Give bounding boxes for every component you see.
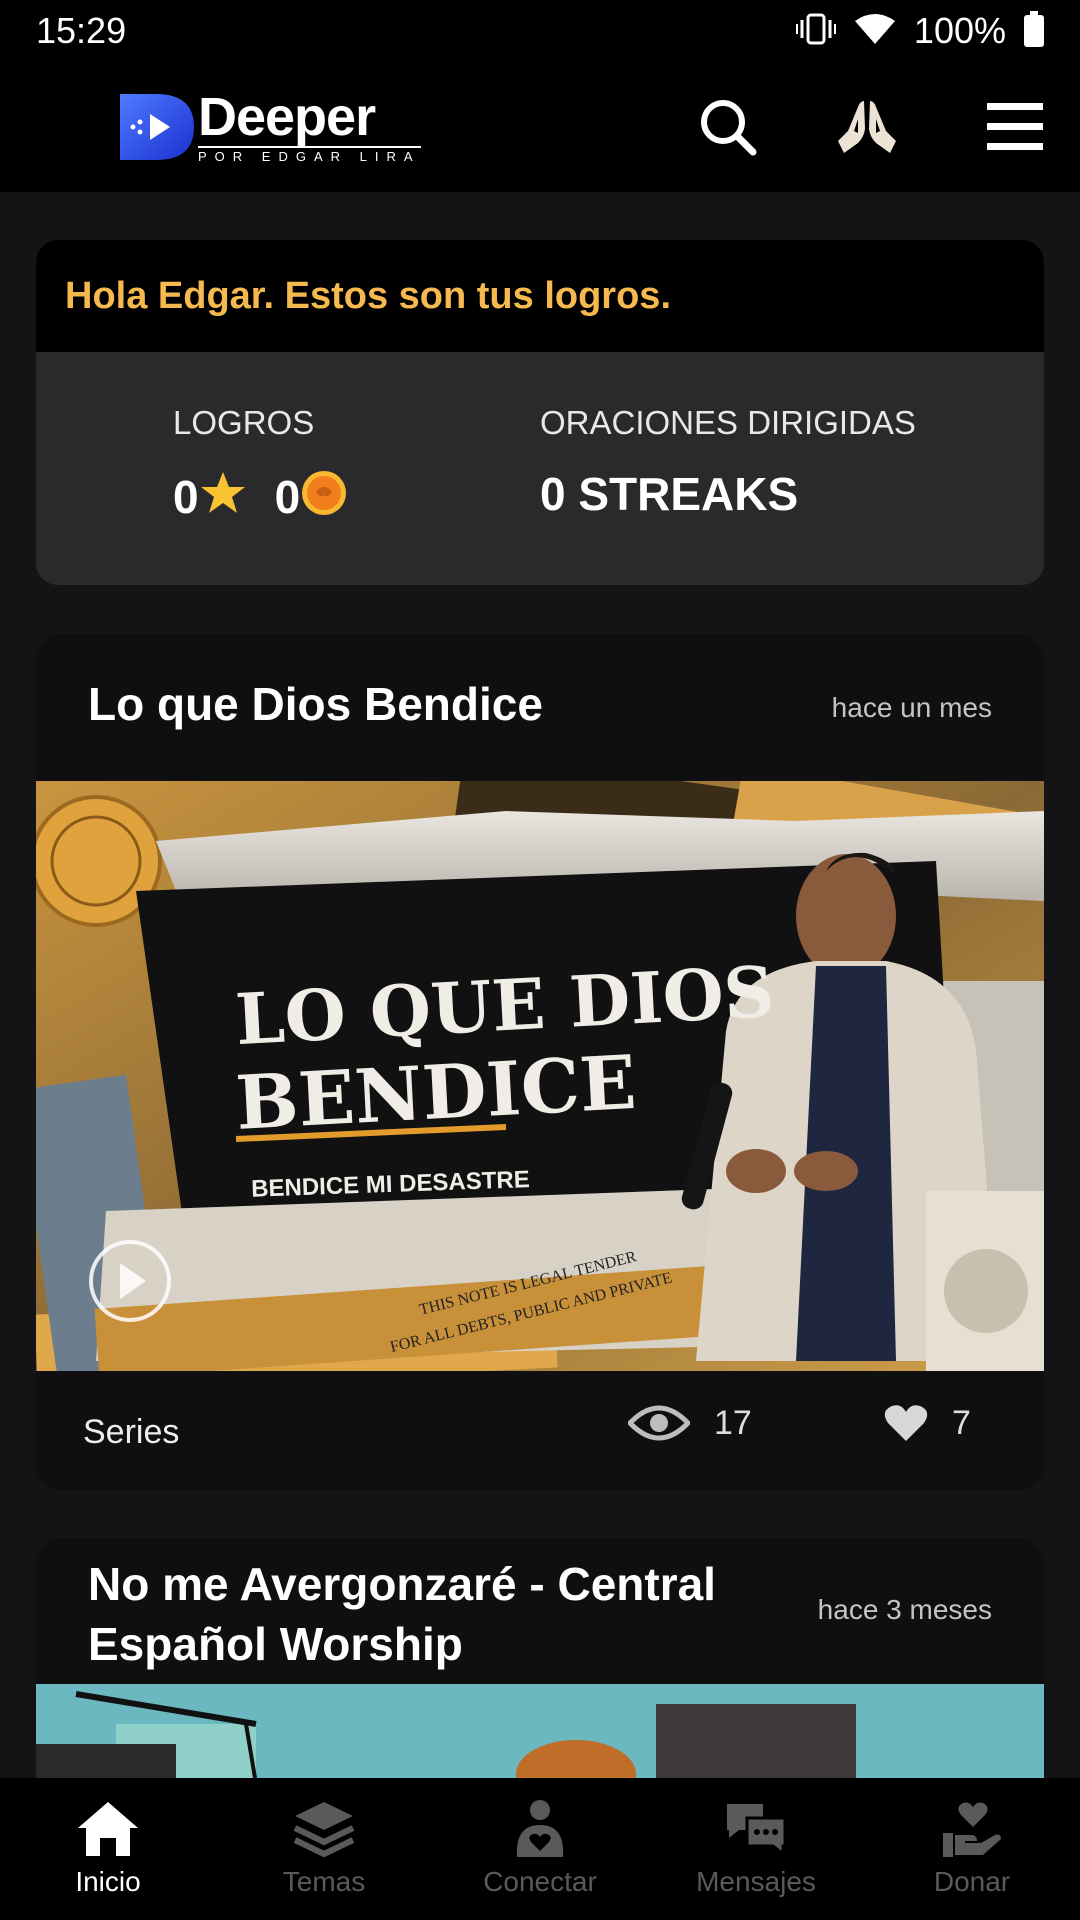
app-bar: Deeper POR EDGAR LIRA	[0, 62, 1080, 192]
post-title-line1: No me Avergonzaré - Central	[88, 1558, 716, 1610]
coin-icon	[302, 471, 347, 515]
menu-button[interactable]	[980, 92, 1050, 162]
status-bar: 15:29 100%	[0, 0, 1080, 62]
wifi-icon	[854, 13, 896, 50]
logros-label: LOGROS	[173, 404, 315, 441]
layers-icon	[293, 1802, 355, 1858]
post-category[interactable]: Series	[83, 1413, 179, 1452]
nav-item-inicio[interactable]: Inicio	[0, 1778, 216, 1920]
nav-label: Conectar	[483, 1866, 597, 1897]
donate-icon	[943, 1802, 1001, 1857]
greeting-text: Hola Edgar. Estos son tus logros.	[65, 274, 671, 317]
post-time: hace 3 meses	[817, 1594, 992, 1625]
likes-count: 7	[952, 1403, 971, 1442]
vibrate-icon	[795, 12, 836, 51]
nav-label: Donar	[933, 1866, 1011, 1897]
battery-percent: 100%	[913, 10, 1006, 51]
nav-label: Inicio	[75, 1866, 141, 1897]
oraciones-label: ORACIONES DIRIGIDAS	[540, 404, 916, 441]
status-time: 15:29	[36, 10, 127, 51]
nav-item-mensajes[interactable]: Mensajes	[648, 1778, 864, 1920]
achievements-card[interactable]: Hola Edgar. Estos son tus logros. LOGROS…	[36, 240, 1044, 585]
connect-icon	[516, 1800, 564, 1857]
post-thumbnail[interactable]: LO QUE DIOS BENDICE BENDICE MI DESASTRE …	[36, 781, 1044, 1371]
logros-values: 0 0	[173, 470, 348, 524]
coins-count: 0	[274, 471, 301, 523]
logo-mark-icon	[120, 94, 194, 160]
eye-icon	[628, 1405, 690, 1441]
logo-word: Deeper	[198, 87, 376, 147]
menu-icon	[987, 103, 1043, 150]
streaks-value: 0 STREAKS	[540, 468, 799, 520]
nav-label: Temas	[282, 1866, 366, 1897]
post-title: Lo que Dios Bendice	[88, 678, 543, 730]
nav-item-temas[interactable]: Temas	[216, 1778, 432, 1920]
praying-hands-icon	[838, 101, 896, 153]
views-count: 17	[714, 1403, 752, 1442]
bottom-nav: Inicio Temas Conectar Mensajes Donar	[0, 1778, 1080, 1920]
home-icon	[78, 1802, 138, 1856]
messages-icon	[727, 1804, 787, 1858]
achievements-body: LOGROS ORACIONES DIRIGIDAS 0 0 0 STREAKS	[36, 352, 1044, 585]
prayer-button[interactable]	[832, 92, 902, 162]
deeper-logo[interactable]: Deeper POR EDGAR LIRA	[120, 90, 421, 164]
achievements-header: Hola Edgar. Estos son tus logros.	[36, 240, 1044, 352]
likes-stat[interactable]: 7	[884, 1403, 971, 1443]
post-card[interactable]: Lo que Dios Bendice hace un mes LO QUE D…	[36, 634, 1044, 1490]
search-icon	[701, 100, 757, 156]
thumbnail-artwork: LO QUE DIOS BENDICE BENDICE MI DESASTRE …	[36, 781, 1044, 1371]
battery-icon	[1024, 10, 1044, 52]
nav-item-conectar[interactable]: Conectar	[432, 1778, 648, 1920]
post-footer: Series 17 7	[36, 1371, 1044, 1489]
post-time: hace un mes	[831, 692, 992, 723]
stars-count: 0	[173, 471, 199, 523]
star-icon	[200, 472, 245, 513]
heart-icon	[884, 1405, 928, 1441]
views-stat: 17	[628, 1403, 752, 1443]
post-title-line2: Español Worship	[88, 1618, 463, 1670]
logo-subtitle: POR EDGAR LIRA	[198, 146, 421, 164]
status-icons: 100%	[795, 10, 1044, 52]
search-button[interactable]	[693, 92, 763, 162]
screen: 15:29 100% Deeper POR EDGAR LIRA Hola Ed…	[0, 0, 1080, 1920]
nav-label: Mensajes	[696, 1866, 816, 1897]
nav-item-donar[interactable]: Donar	[864, 1778, 1080, 1920]
